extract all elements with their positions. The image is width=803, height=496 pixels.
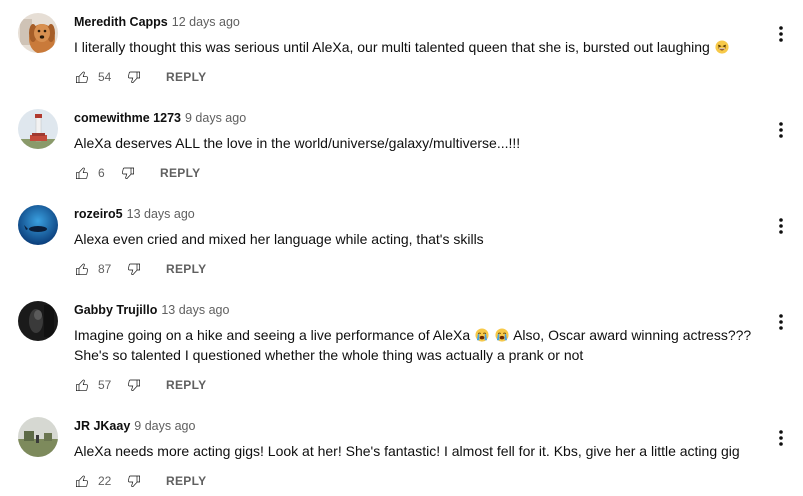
comment-header: JR JKaay 9 days ago — [74, 417, 764, 435]
avatar[interactable] — [18, 301, 58, 341]
more-options-icon[interactable] — [773, 216, 789, 236]
comment-timestamp[interactable]: 12 days ago — [172, 15, 240, 29]
dislike-icon[interactable] — [120, 165, 136, 181]
more-options-icon[interactable] — [773, 312, 789, 332]
comment-timestamp[interactable]: 13 days ago — [127, 207, 195, 221]
comment-text: AleXa needs more acting gigs! Look at he… — [74, 443, 740, 459]
more-options-icon[interactable] — [773, 120, 789, 140]
avatar[interactable] — [18, 13, 58, 53]
comment-text: Alexa even cried and mixed her language … — [74, 231, 484, 247]
comment-header: rozeiro5 13 days ago — [74, 205, 764, 223]
dislike-icon[interactable] — [126, 261, 142, 277]
like-count: 22 — [98, 474, 112, 488]
avatar[interactable] — [18, 109, 58, 149]
avatar[interactable] — [18, 417, 58, 457]
comment-text-part: Also, Oscar award winning actress??? — [513, 327, 752, 343]
dislike-icon[interactable] — [126, 473, 142, 489]
author-name[interactable]: rozeiro5 — [74, 207, 123, 221]
comment-timestamp[interactable]: 13 days ago — [161, 303, 229, 317]
loudly-crying-face-icon — [475, 328, 489, 342]
loudly-crying-face-icon — [495, 328, 509, 342]
comment-header: Meredith Capps 12 days ago — [74, 13, 764, 31]
comment-body: JR JKaay 9 days ago AleXa needs more acti… — [74, 417, 764, 461]
more-options-icon[interactable] — [773, 428, 789, 448]
like-icon[interactable] — [74, 69, 90, 85]
author-name[interactable]: Meredith Capps — [74, 15, 168, 29]
comment-actions: 6 REPLY — [74, 163, 200, 183]
like-count: 57 — [98, 378, 112, 392]
more-options-icon[interactable] — [773, 24, 789, 44]
like-icon[interactable] — [74, 165, 90, 181]
reply-button[interactable]: REPLY — [166, 70, 206, 84]
avatar-dog-image — [18, 13, 58, 53]
comment-body: comewithme 1273 9 days ago AleXa deserves… — [74, 109, 764, 153]
comment-body: rozeiro5 13 days ago Alexa even cried and… — [74, 205, 764, 249]
comment-actions: 22 REPLY — [74, 471, 206, 491]
comment-text-content: I literally thought this was serious unt… — [74, 39, 710, 55]
like-count: 87 — [98, 262, 112, 276]
reply-button[interactable]: REPLY — [166, 474, 206, 488]
reply-button[interactable]: REPLY — [166, 262, 206, 276]
dislike-icon[interactable] — [126, 377, 142, 393]
like-count: 54 — [98, 70, 112, 84]
like-icon[interactable] — [74, 261, 90, 277]
dislike-icon[interactable] — [126, 69, 142, 85]
comment-timestamp[interactable]: 9 days ago — [134, 419, 195, 433]
comment-actions: 87 REPLY — [74, 259, 206, 279]
avatar[interactable] — [18, 205, 58, 245]
like-count: 6 — [98, 166, 105, 180]
avatar-landscape-image — [18, 417, 58, 457]
avatar-lighthouse-image — [18, 109, 58, 149]
comment-text: I literally thought this was serious unt… — [74, 37, 764, 57]
comment-text-part: Imagine going on a hike and seeing a liv… — [74, 327, 471, 343]
comment-body: Gabby Trujillo 13 days ago Imagine going … — [74, 301, 764, 365]
grinning-squint-face-icon — [715, 40, 729, 54]
reply-button[interactable]: REPLY — [166, 378, 206, 392]
avatar-ocean-image — [18, 205, 58, 245]
like-icon[interactable] — [74, 377, 90, 393]
author-name[interactable]: JR JKaay — [74, 419, 130, 433]
comment-actions: 54 REPLY — [74, 67, 206, 87]
comment-body: Meredith Capps 12 days ago I literally th… — [74, 13, 764, 57]
comment-actions: 57 REPLY — [74, 375, 206, 395]
reply-button[interactable]: REPLY — [160, 166, 200, 180]
author-name[interactable]: comewithme 1273 — [74, 111, 181, 125]
like-icon[interactable] — [74, 473, 90, 489]
author-name[interactable]: Gabby Trujillo — [74, 303, 157, 317]
comment-header: comewithme 1273 9 days ago — [74, 109, 764, 127]
comment-text: Imagine going on a hike and seeing a liv… — [74, 325, 764, 365]
avatar-dark-portrait-image — [18, 301, 58, 341]
comment-text: AleXa deserves ALL the love in the world… — [74, 135, 521, 151]
comment-text-part: She's so talented I questioned whether t… — [74, 347, 584, 363]
comment-timestamp[interactable]: 9 days ago — [185, 111, 246, 125]
comment-header: Gabby Trujillo 13 days ago — [74, 301, 764, 319]
